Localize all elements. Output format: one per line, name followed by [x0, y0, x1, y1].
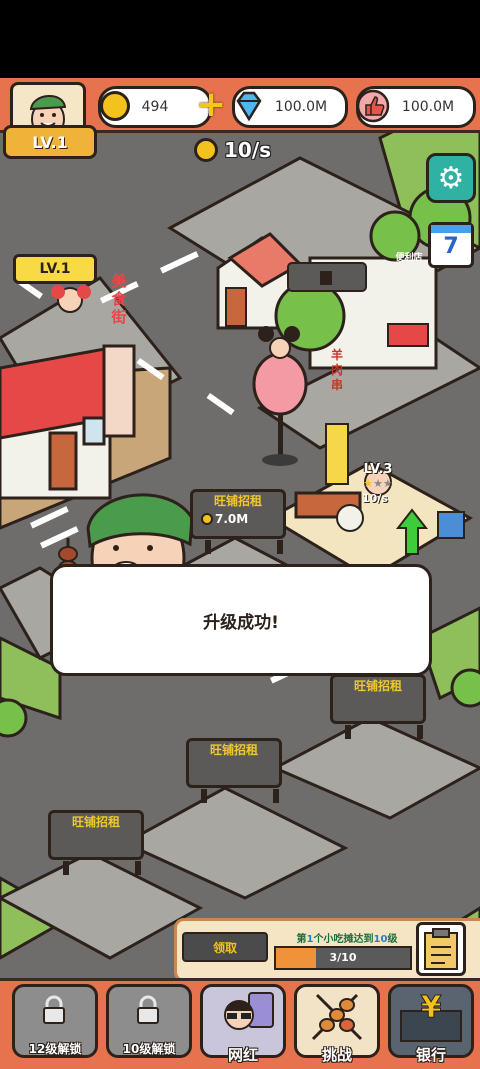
income-rate: 10/s	[194, 138, 271, 162]
thumbs-up-icon	[353, 86, 393, 126]
quest-description: 第1个小吃摊达到10级	[296, 934, 398, 945]
vacant-sign-3[interactable]: 旺铺招租	[186, 738, 282, 803]
upgrade-success-dialog[interactable]: 升级成功!	[50, 564, 432, 676]
gems-display: 100.0M	[232, 86, 348, 128]
svg-text:¥: ¥	[421, 990, 442, 1025]
nav-challenge[interactable]: 挑战	[294, 984, 380, 1064]
calendar-button[interactable]: 7	[428, 222, 474, 268]
income-rate-value: 10/s	[224, 138, 272, 162]
nav-label: 银行	[415, 1046, 446, 1064]
nav-influencer[interactable]: 网红	[200, 984, 286, 1064]
player-level: LV.1	[3, 125, 97, 159]
quest-progress-bar: 3/10	[274, 946, 412, 970]
stall-level-tag[interactable]: LV.3 ★★★	[352, 456, 404, 496]
nav-locked-12[interactable]: 12级解锁	[12, 984, 98, 1058]
nav-bank[interactable]: ¥ 银行	[388, 984, 474, 1064]
dialog-message: 升级成功!	[203, 612, 279, 633]
stall-stars: ★★★	[363, 477, 393, 490]
sign-food-street: 美食街	[111, 272, 127, 326]
vacant-sign-label: 旺铺招租	[209, 743, 258, 757]
clipboard-icon	[424, 928, 458, 970]
coin-icon	[194, 138, 218, 162]
vacant-sign-price: 7.0M	[201, 512, 248, 526]
sign-lamb-skewer: 羊肉串	[330, 348, 343, 392]
nav-label: 12级解锁	[28, 1042, 82, 1056]
nav-label: 网红	[227, 1046, 258, 1064]
diamond-icon	[229, 86, 269, 126]
shop-level-tag: LV.1	[13, 254, 97, 284]
quest-progress-text: 3/10	[329, 951, 357, 964]
skewer-icon	[311, 993, 363, 1041]
nav-label: 挑战	[321, 1046, 352, 1064]
settings-button[interactable]: ⚙	[426, 153, 476, 203]
coins-display: 494	[98, 86, 212, 128]
nav-label: 10级解锁	[122, 1042, 176, 1056]
lock-icon	[43, 995, 65, 1024]
nav-locked-10[interactable]: 10级解锁	[106, 984, 192, 1058]
coins-value: 494	[141, 99, 169, 115]
calendar-day: 7	[443, 234, 459, 259]
lock-icon	[137, 995, 159, 1024]
influencer-icon	[224, 992, 274, 1030]
vacant-sign-2[interactable]: 旺铺招租	[330, 674, 426, 739]
gear-icon: ⚙	[437, 160, 465, 196]
claim-button[interactable]: 领取	[182, 932, 268, 962]
stall-rate: 10/s	[362, 492, 388, 505]
stall-level: LV.3	[363, 462, 393, 477]
vacant-sign-label: 旺铺招租	[71, 815, 120, 829]
vacant-sign-1[interactable]: 旺铺招租 7.0M	[190, 489, 286, 554]
bank-icon: ¥	[400, 990, 462, 1042]
sign-convenience-store: 便利店	[395, 253, 423, 263]
add-coins-button[interactable]: +	[196, 87, 226, 123]
vacant-sign-4[interactable]: 旺铺招租	[48, 810, 144, 875]
likes-display: 100.0M	[356, 86, 476, 128]
coin-icon	[201, 513, 213, 525]
task-list-button[interactable]	[416, 922, 466, 976]
coin-icon	[95, 86, 135, 126]
